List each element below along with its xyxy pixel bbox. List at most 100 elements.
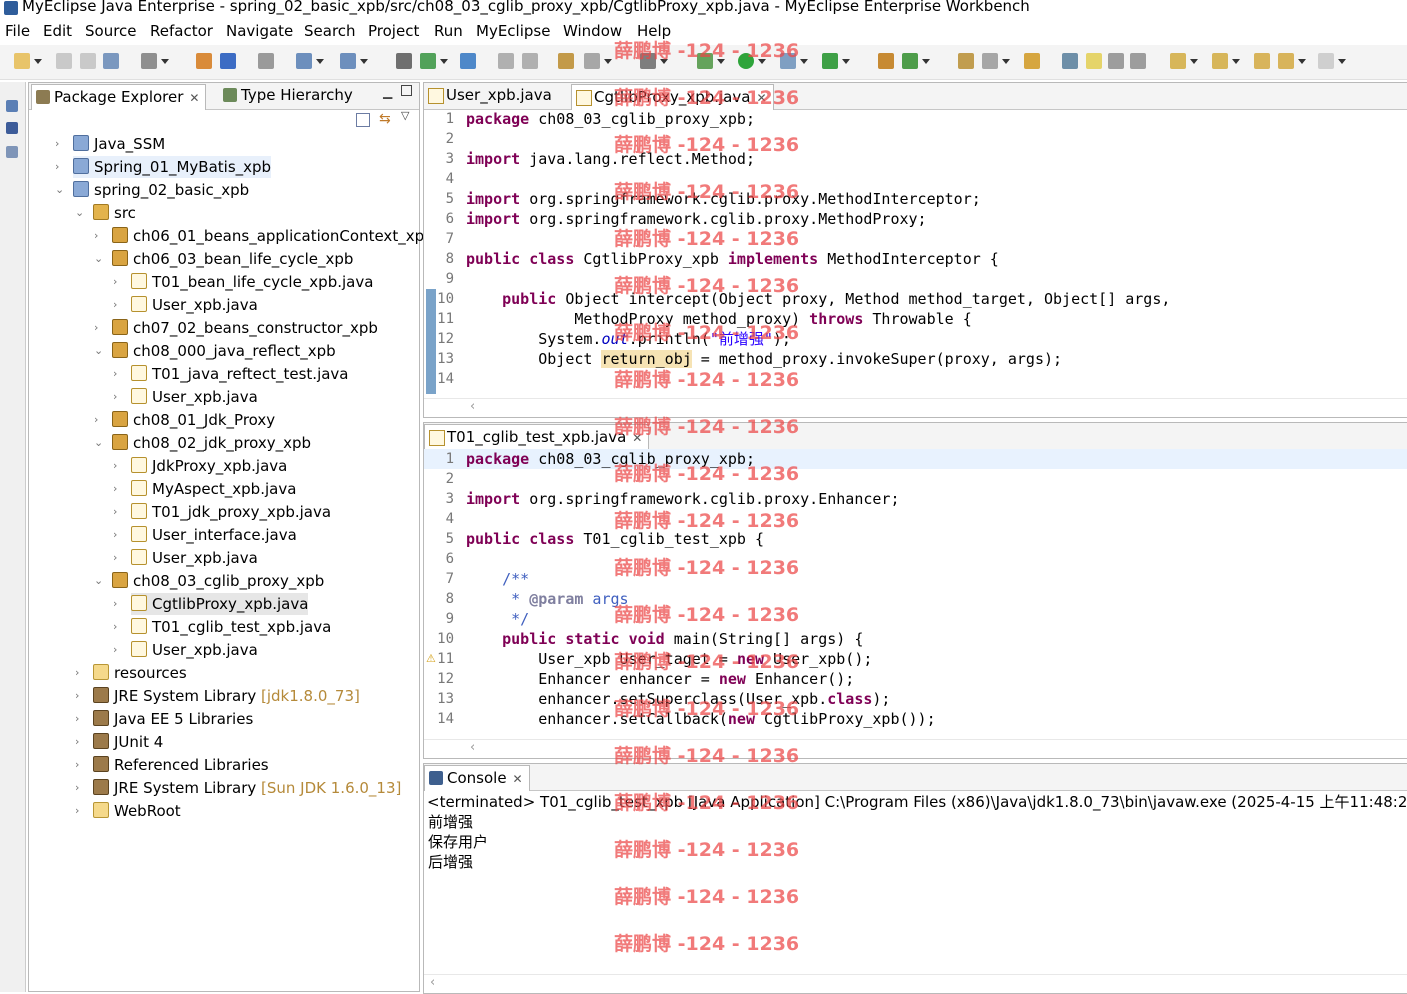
collapsed-arrow-icon[interactable]: › (75, 731, 79, 753)
collapsed-arrow-icon[interactable]: › (113, 363, 117, 385)
collapsed-arrow-icon[interactable]: › (55, 133, 59, 155)
task-icon[interactable] (558, 53, 574, 69)
tree-item[interactable]: › JUnit 4 (75, 731, 163, 753)
horizontal-scrollbar[interactable]: ‹ (424, 974, 1407, 993)
code-line[interactable]: 13 Object return_obj = method_proxy.invo… (424, 349, 1407, 369)
print-icon[interactable] (103, 53, 119, 69)
tree-item[interactable]: › JdkProxy_xpb.java (113, 455, 287, 477)
open-project-icon[interactable] (1024, 53, 1040, 69)
maximize-icon[interactable] (401, 85, 412, 96)
external-tools-icon[interactable] (584, 53, 612, 69)
collapsed-arrow-icon[interactable]: › (94, 225, 98, 247)
expanded-arrow-icon[interactable]: ⌄ (94, 432, 103, 454)
tree-item[interactable]: › Java_SSM (55, 133, 165, 155)
code-line[interactable]: 3 import org.springframework.cglib.proxy.… (424, 489, 1407, 509)
outline-icon[interactable] (6, 122, 18, 134)
close-icon[interactable]: ✕ (513, 772, 523, 786)
collapsed-arrow-icon[interactable]: › (113, 547, 117, 569)
search-icon[interactable] (340, 53, 368, 69)
tree-item[interactable]: › ch06_01_beans_applicationContext_xpb (94, 225, 434, 247)
code-line[interactable]: 9 (424, 269, 1407, 289)
servers-icon[interactable] (6, 146, 18, 158)
collapsed-arrow-icon[interactable]: › (75, 662, 79, 684)
collapsed-arrow-icon[interactable]: › (113, 386, 117, 408)
tree-item[interactable]: › User_xpb.java (113, 547, 258, 569)
scroll-left-icon[interactable]: ‹ (470, 740, 475, 755)
tree-item[interactable]: › ch08_01_Jdk_Proxy (94, 409, 275, 431)
code-line[interactable]: 14 (424, 369, 1407, 389)
open-type-icon[interactable] (498, 53, 514, 69)
code-line[interactable]: 12 Enhancer enhancer = new Enhancer(); (424, 669, 1407, 689)
tree-item[interactable]: › T01_java_reftect_test.java (113, 363, 349, 385)
run-icon[interactable] (738, 53, 766, 69)
toggle-mark-icon[interactable] (1062, 53, 1078, 69)
code-line[interactable]: 1 package ch08_03_cglib_proxy_xpb; (424, 109, 1407, 129)
tree-item[interactable]: › User_xpb.java (113, 294, 258, 316)
tree-item[interactable]: › WebRoot (75, 800, 181, 822)
coverage-icon[interactable] (780, 53, 808, 69)
tree-item[interactable]: › T01_cglib_test_xpb.java (113, 616, 331, 638)
expanded-arrow-icon[interactable]: ⌄ (94, 248, 103, 270)
expanded-arrow-icon[interactable]: ⌄ (55, 179, 64, 201)
code-area-1[interactable]: 1 package ch08_03_cglib_proxy_xpb; 2 3 impor… (424, 109, 1407, 399)
collapsed-arrow-icon[interactable]: › (113, 524, 117, 546)
tab-type-hierarchy[interactable]: Type Hierarchy (219, 83, 359, 108)
tab-t01-cglib-test-xpb[interactable]: T01_cglib_test_xpb.java ✕ (424, 424, 650, 450)
code-line[interactable]: 8 * @param args (424, 589, 1407, 609)
tree-item[interactable]: ⌄ ch08_000_java_reflect_xpb (94, 340, 336, 362)
menu-project[interactable]: Project (368, 22, 419, 40)
collapse-all-icon[interactable] (356, 113, 370, 127)
code-line[interactable]: 2 (424, 129, 1407, 149)
tree-item[interactable]: ⌄ ch06_03_bean_life_cycle_xpb (94, 248, 353, 270)
code-line[interactable]: 5 import org.springframework.cglib.proxy.… (424, 189, 1407, 209)
previous-annotation-icon[interactable] (1212, 53, 1240, 69)
restore-icon[interactable] (6, 100, 18, 112)
code-line[interactable]: 1 package ch08_03_cglib_proxy_xpb; (424, 449, 1407, 469)
tree-item[interactable]: ⌄ ch08_03_cglib_proxy_xpb (94, 570, 324, 592)
tree-item[interactable]: › resources (75, 662, 187, 684)
tab-cgtlibproxy-xpb[interactable]: CgtlibProxy_xpb.java ✕ (571, 84, 774, 110)
collapsed-arrow-icon[interactable]: › (94, 317, 98, 339)
tree-item[interactable]: › Spring_01_MyBatis_xpb (55, 156, 272, 178)
tab-package-explorer[interactable]: Package Explorer ✕ (31, 84, 207, 110)
run-external-icon[interactable] (822, 53, 850, 69)
link-with-editor-icon[interactable]: ⇆ (379, 111, 391, 127)
tree-item[interactable]: › ch07_02_beans_constructor_xpb (94, 317, 378, 339)
tree-item[interactable]: › User_xpb.java (113, 386, 258, 408)
block-select-icon[interactable] (1108, 53, 1124, 69)
code-area-2[interactable]: 1 package ch08_03_cglib_proxy_xpb; 2 3 impor… (424, 449, 1407, 739)
tree-item[interactable]: › JRE System Library [jdk1.8.0_73] (75, 685, 360, 707)
code-line[interactable]: 10 public Object intercept(Object proxy,… (424, 289, 1407, 309)
view-menu-icon[interactable]: ▽ (401, 109, 409, 122)
code-line[interactable]: 7 /** (424, 569, 1407, 589)
collapsed-arrow-icon[interactable]: › (94, 409, 98, 431)
menu-navigate[interactable]: Navigate (226, 22, 293, 40)
collapsed-arrow-icon[interactable]: › (113, 271, 117, 293)
new-icon[interactable] (14, 53, 42, 69)
code-line[interactable]: 5 public class T01_cglib_test_xpb { (424, 529, 1407, 549)
code-line[interactable]: 8 public class CgtlibProxy_xpb implements… (424, 249, 1407, 269)
horizontal-scrollbar[interactable]: ‹ (424, 398, 1407, 417)
code-line[interactable]: 12 System.out.println("前增强"); (424, 329, 1407, 349)
package-icon[interactable] (220, 53, 236, 69)
hierarchy-icon[interactable] (396, 53, 412, 69)
menu-search[interactable]: Search (304, 22, 356, 40)
pin-icon[interactable] (982, 53, 1010, 69)
jdk-icon[interactable] (258, 53, 274, 69)
code-line[interactable]: 4 (424, 509, 1407, 529)
deploy-icon[interactable] (196, 53, 212, 69)
new-java-project-icon[interactable] (878, 53, 894, 69)
tree-item[interactable]: › Java EE 5 Libraries (75, 708, 253, 730)
tree-item[interactable]: › CgtlibProxy_xpb.java (113, 593, 309, 615)
tree-item[interactable]: › T01_jdk_proxy_xpb.java (113, 501, 331, 523)
collapsed-arrow-icon[interactable]: › (113, 478, 117, 500)
new-package-icon[interactable] (420, 53, 448, 69)
last-edit-icon[interactable] (1254, 53, 1270, 69)
collapsed-arrow-icon[interactable]: › (75, 800, 79, 822)
highlight-icon[interactable] (1086, 53, 1102, 69)
tree-item[interactable]: › Referenced Libraries (75, 754, 269, 776)
collapsed-arrow-icon[interactable]: › (55, 156, 59, 178)
collapsed-arrow-icon[interactable]: › (113, 593, 117, 615)
collapsed-arrow-icon[interactable]: › (75, 685, 79, 707)
tree-item[interactable]: ⌄ spring_02_basic_xpb (55, 179, 249, 201)
